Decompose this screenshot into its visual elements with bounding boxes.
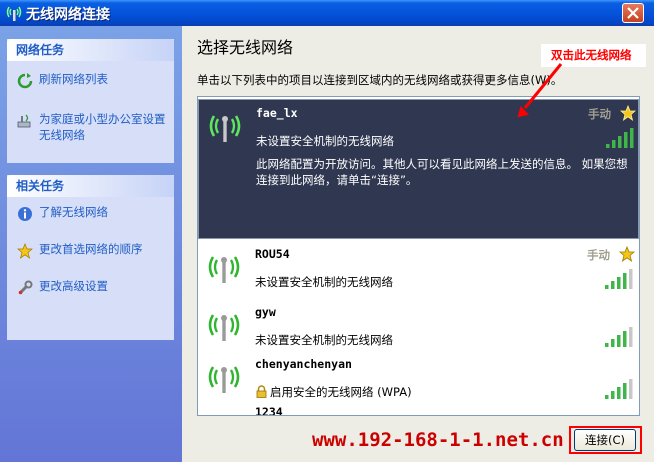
network-security: 启用安全的无线网络 (WPA) — [270, 385, 412, 399]
network-security: 未设置安全机制的无线网络 — [256, 134, 394, 148]
preferred-star-icon — [619, 246, 635, 262]
signal-bar — [606, 144, 610, 148]
setup-home-wireless-label: 为家庭或小型办公室设置无线网络 — [39, 112, 166, 142]
wireless-antenna-icon — [208, 256, 240, 283]
network-item-partial[interactable]: 1234 — [198, 405, 639, 416]
annotation-arrow-icon — [517, 63, 563, 118]
network-tasks-header: 网络任务 — [7, 39, 174, 61]
learn-wireless-label: 了解无线网络 — [39, 205, 108, 219]
network-item-rou54[interactable]: ROU54 手动 未设置安全机制的无线网络 — [198, 241, 639, 296]
network-ssid: fae_lx — [256, 106, 298, 120]
signal-bar — [605, 343, 609, 347]
preferred-star-icon — [620, 105, 636, 121]
refresh-icon — [17, 73, 33, 89]
task-pane: 网络任务 刷新网络列表 为家庭或小型办公室设置无线网络 相关任务 了解无线网络 … — [0, 26, 182, 462]
close-icon — [627, 7, 639, 19]
signal-bar — [605, 285, 609, 289]
network-ssid: ROU54 — [255, 247, 290, 261]
network-detail-text: 此网络配置为开放访问。其他人可以看见此网络上发送的信息。 如果您想连接到此网络，… — [256, 157, 628, 187]
network-item-fae-lx[interactable]: fae_lx 手动 未设置安全机制的无线网络 此网络配置为开放访问。其他人可以看… — [198, 99, 639, 239]
page-title: 选择无线网络 — [197, 38, 294, 57]
signal-bar — [629, 269, 633, 289]
setup-wireless-icon — [17, 114, 31, 128]
network-mode: 手动 — [588, 107, 611, 121]
signal-bar — [623, 383, 627, 399]
setup-home-wireless-link[interactable]: 为家庭或小型办公室设置无线网络 — [13, 111, 168, 147]
title-bar: 无线网络连接 — [0, 0, 654, 26]
signal-bar — [618, 136, 622, 148]
signal-bar — [624, 132, 628, 148]
signal-strength-icon — [606, 128, 634, 148]
signal-strength-icon — [605, 269, 633, 289]
signal-bar — [617, 335, 621, 347]
connect-highlight-box — [569, 426, 642, 454]
signal-bar — [617, 387, 621, 399]
signal-strength-icon — [605, 327, 633, 347]
info-icon — [18, 207, 32, 221]
refresh-network-list-label: 刷新网络列表 — [39, 72, 108, 86]
close-button[interactable] — [622, 3, 644, 23]
star-icon — [17, 243, 33, 259]
network-security: 未设置安全机制的无线网络 — [255, 275, 393, 289]
signal-bar — [617, 277, 621, 289]
network-ssid: chenyanchenyan — [255, 357, 352, 371]
network-list[interactable]: fae_lx 手动 未设置安全机制的无线网络 此网络配置为开放访问。其他人可以看… — [197, 96, 640, 416]
related-tasks-header: 相关任务 — [7, 175, 174, 197]
signal-bar — [612, 140, 616, 148]
network-ssid: 1234 — [255, 405, 283, 416]
wrench-icon — [18, 280, 33, 295]
network-security: 未设置安全机制的无线网络 — [255, 333, 393, 347]
signal-bar — [623, 273, 627, 289]
watermark-text: www.192-168-1-1.net.cn — [312, 429, 564, 451]
refresh-network-list-link[interactable]: 刷新网络列表 — [13, 71, 168, 91]
signal-bar — [623, 331, 627, 347]
network-tasks-panel: 网络任务 刷新网络列表 为家庭或小型办公室设置无线网络 — [7, 39, 174, 163]
signal-bar — [629, 379, 633, 399]
change-preferred-order-label: 更改首选网络的顺序 — [39, 242, 143, 256]
lock-icon — [256, 385, 267, 398]
signal-bar — [629, 327, 633, 347]
signal-strength-icon — [605, 379, 633, 399]
signal-bar — [611, 281, 615, 289]
related-tasks-panel: 相关任务 了解无线网络 更改首选网络的顺序 更改高级设置 — [7, 175, 174, 340]
change-preferred-order-link[interactable]: 更改首选网络的顺序 — [13, 241, 168, 261]
change-advanced-settings-label: 更改高级设置 — [39, 279, 108, 293]
main-content: 选择无线网络 双击此无线网络 单击以下列表中的项目以连接到区域内的无线网络或获得… — [182, 26, 654, 462]
network-item-gyw[interactable]: gyw 未设置安全机制的无线网络 — [198, 299, 639, 354]
signal-bar — [605, 395, 609, 399]
signal-bar — [611, 339, 615, 347]
wireless-antenna-icon — [209, 115, 241, 142]
wireless-antenna-icon — [208, 314, 240, 341]
window-title: 无线网络连接 — [26, 7, 110, 23]
signal-bar — [611, 391, 615, 399]
network-item-chenyanchenyan[interactable]: chenyanchenyan 启用安全的无线网络 (WPA) — [198, 351, 639, 406]
signal-bar — [630, 128, 634, 148]
change-advanced-settings-link[interactable]: 更改高级设置 — [13, 278, 168, 298]
learn-wireless-link[interactable]: 了解无线网络 — [13, 204, 168, 224]
wireless-antenna-icon — [6, 6, 22, 21]
network-ssid: gyw — [255, 305, 276, 319]
wireless-antenna-icon — [208, 366, 240, 393]
network-mode: 手动 — [587, 248, 610, 262]
